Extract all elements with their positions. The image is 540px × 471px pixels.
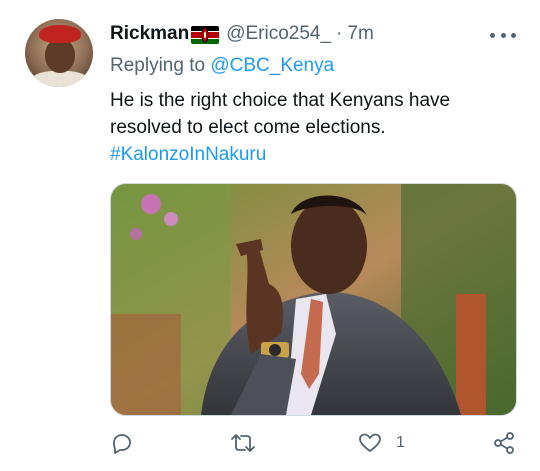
like-button[interactable]: 1	[358, 428, 405, 458]
tweet[interactable]: Rickman @Erico254_ · 7m Replying to @CBC…	[0, 0, 540, 471]
reply-button[interactable]	[110, 428, 134, 458]
avatar[interactable]	[25, 19, 93, 87]
retweet-icon	[231, 434, 255, 452]
kenya-flag-icon	[191, 26, 220, 44]
heart-icon	[359, 433, 381, 452]
share-button[interactable]	[492, 428, 516, 458]
retweet-button[interactable]	[230, 428, 256, 458]
tweet-timestamp[interactable]: 7m	[347, 23, 373, 45]
tweet-header: Rickman @Erico254_ · 7m	[110, 22, 374, 46]
avatar-face	[45, 39, 75, 73]
author-handle[interactable]: @Erico254_	[226, 23, 331, 45]
replying-to: Replying to @CBC_Kenya	[110, 55, 334, 77]
reply-mention-link[interactable]: @CBC_Kenya	[210, 55, 334, 76]
replying-to-label: Replying to	[110, 55, 206, 76]
author-name[interactable]: Rickman	[110, 23, 189, 45]
tweet-actions: 1	[110, 428, 520, 458]
photo-illustration	[111, 184, 516, 415]
hashtag-link[interactable]: #KalonzoInNakuru	[110, 141, 266, 168]
more-options-icon[interactable]	[490, 25, 516, 45]
separator-dot: ·	[336, 23, 343, 44]
like-count: 1	[396, 434, 405, 451]
tweet-text: He is the right choice that Kenyans have…	[110, 90, 451, 138]
avatar-beret	[39, 25, 81, 43]
reply-icon	[113, 434, 131, 454]
tweet-photo[interactable]	[110, 183, 517, 416]
avatar-shirt	[31, 71, 89, 87]
share-icon	[494, 432, 514, 454]
